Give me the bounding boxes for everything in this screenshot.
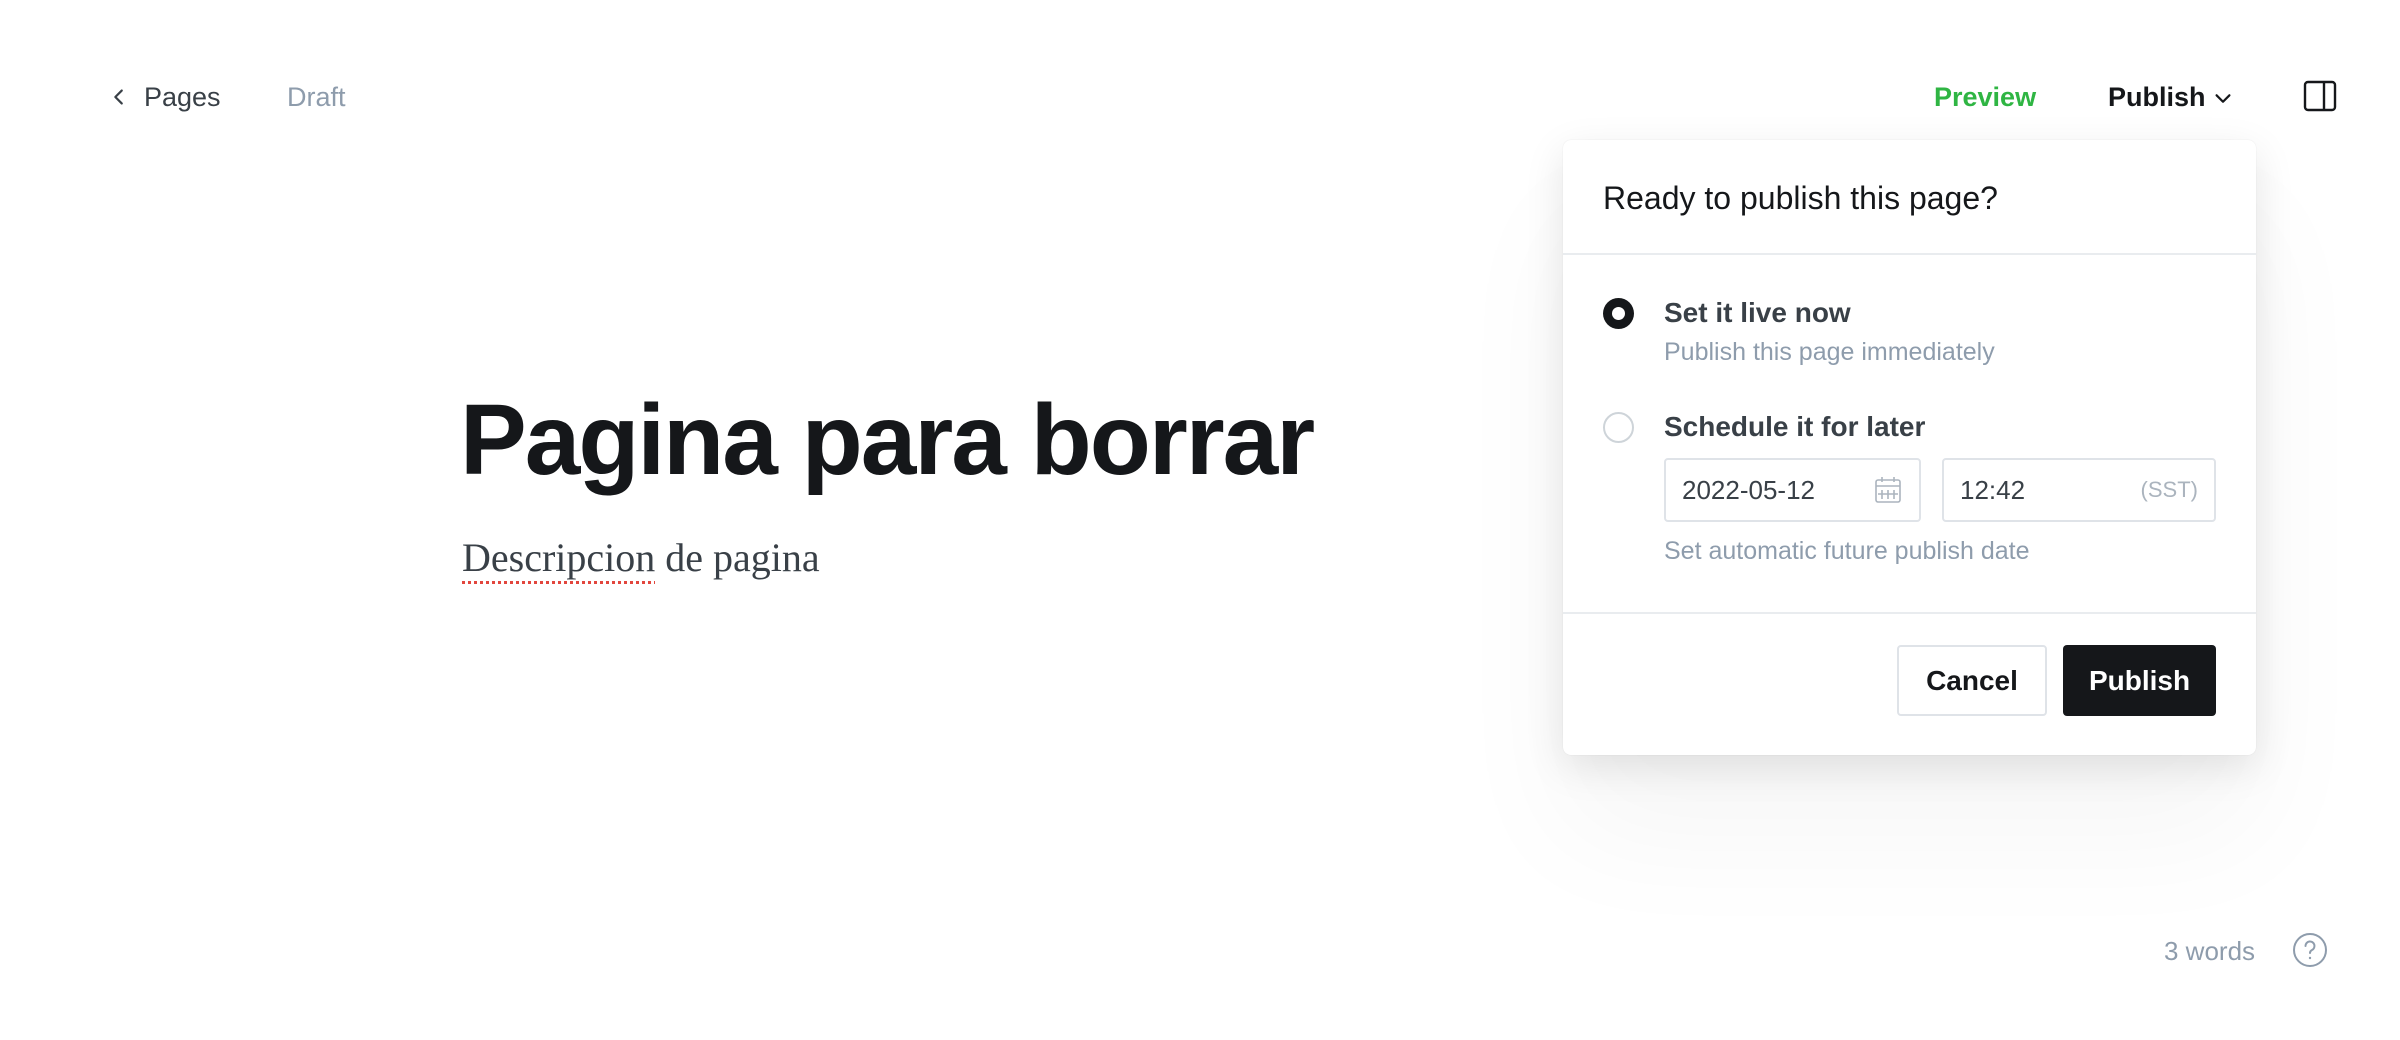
popover-divider	[1563, 612, 2256, 614]
cancel-button[interactable]: Cancel	[1897, 645, 2047, 716]
publish-menu-button[interactable]: Publish	[2108, 74, 2234, 120]
back-link-label: Pages	[144, 81, 221, 112]
schedule-timezone: (SST)	[2140, 477, 2198, 502]
help-circle-icon[interactable]	[2292, 932, 2328, 968]
draft-status: Draft	[287, 81, 346, 112]
page-title[interactable]: Pagina para borrar	[460, 380, 1315, 500]
preview-button[interactable]: Preview	[1934, 74, 2036, 120]
chevron-down-icon	[2214, 94, 2231, 103]
radio-schedule-later[interactable]	[1603, 412, 1634, 443]
publish-popover: Ready to publish this page? Set it live …	[1563, 140, 2256, 755]
confirm-publish-button[interactable]: Publish	[2063, 645, 2216, 716]
excerpt-misspelled-word: Descripcion	[462, 535, 656, 580]
editor-top-bar: Pages Draft Preview Publish	[0, 0, 2400, 150]
calendar-icon[interactable]	[1873, 475, 1903, 505]
schedule-date-value: 2022-05-12	[1682, 474, 1815, 505]
popover-title: Ready to publish this page?	[1603, 180, 1998, 216]
option-set-live-now-label[interactable]: Set it live now	[1664, 297, 1851, 329]
chevron-left-icon	[114, 89, 123, 105]
option-schedule-later-description: Set automatic future publish date	[1664, 537, 2030, 565]
publish-menu-label: Publish	[2108, 81, 2206, 112]
page-excerpt[interactable]: Descripcion de pagina	[462, 530, 820, 586]
sidebar-toggle-icon[interactable]	[2303, 79, 2337, 113]
popover-header: Ready to publish this page?	[1563, 140, 2256, 255]
word-count: 3 words	[2164, 935, 2256, 966]
back-to-pages-link[interactable]: Pages	[108, 74, 221, 120]
schedule-date-input[interactable]: 2022-05-12	[1664, 458, 1921, 522]
radio-set-live-now[interactable]	[1603, 298, 1634, 329]
schedule-time-input[interactable]: 12:42 (SST)	[1942, 458, 2216, 522]
option-set-live-now-description: Publish this page immediately	[1664, 338, 1995, 366]
excerpt-text: de pagina	[655, 535, 820, 580]
schedule-time-value: 12:42	[1960, 474, 2026, 505]
option-schedule-later-label[interactable]: Schedule it for later	[1664, 411, 1925, 443]
